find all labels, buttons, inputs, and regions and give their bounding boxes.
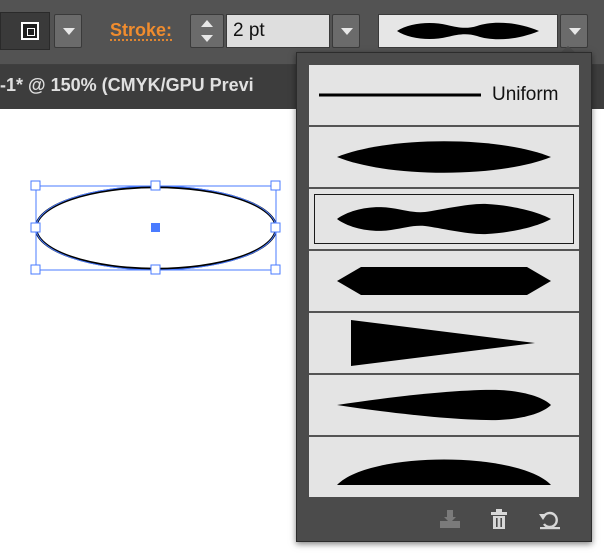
selection-handle[interactable] [30, 264, 41, 275]
width-profile-list: Uniform [309, 65, 579, 497]
profile-uniform[interactable]: Uniform [309, 65, 579, 125]
profile-width-5[interactable] [309, 375, 579, 435]
selection-handle[interactable] [30, 222, 41, 233]
hexagon-width-profile-icon [337, 267, 551, 295]
stroke-swatch-button[interactable] [0, 12, 50, 50]
profile-width-1[interactable] [309, 127, 579, 187]
arrow-up-icon[interactable] [201, 20, 213, 27]
profile-width-4[interactable] [309, 313, 579, 373]
stroke-weight-stepper[interactable] [190, 14, 224, 48]
width-profile-preview-icon [397, 22, 539, 40]
stroke-label-link[interactable]: Stroke: [110, 20, 172, 41]
arc-width-profile-icon [337, 459, 551, 485]
arrow-down-icon[interactable] [201, 35, 213, 42]
stroke-swatch-icon [21, 22, 39, 40]
reset-profiles-icon[interactable] [537, 507, 563, 531]
variable-width-profile-select[interactable] [378, 14, 558, 48]
chevron-down-icon [341, 28, 353, 35]
add-to-profiles-icon[interactable] [437, 507, 463, 531]
document-tab-title[interactable]: -1* @ 150% (CMYK/GPU Previ [0, 75, 254, 96]
illustrator-window: Stroke: 2 pt -1* @ 150% (CMYK/GPU Previ [0, 0, 604, 554]
lens-width-profile-icon [337, 141, 551, 173]
tapered-width-profile-icon [337, 389, 551, 421]
selection-handle[interactable] [270, 180, 281, 191]
uniform-label: Uniform [492, 84, 559, 105]
selected-ellipse[interactable] [0, 170, 300, 280]
profile-width-3[interactable] [309, 251, 579, 311]
stroke-weight-field[interactable]: 2 pt [226, 14, 330, 48]
selection-handle[interactable] [150, 264, 161, 275]
chevron-down-icon [63, 28, 75, 35]
chevron-down-icon [569, 28, 581, 35]
center-point [151, 223, 160, 232]
profile-width-6[interactable] [309, 437, 579, 497]
popup-footer [309, 505, 579, 533]
stroke-swatch-dropdown[interactable] [54, 14, 82, 48]
trash-icon[interactable] [486, 507, 512, 531]
wedge-width-profile-icon [351, 320, 535, 366]
double-bulge-width-profile-icon [337, 203, 551, 235]
profile-dropdown-button[interactable] [560, 14, 588, 48]
selection-handle[interactable] [30, 180, 41, 191]
selection-handle[interactable] [150, 180, 161, 191]
selection-handle[interactable] [270, 222, 281, 233]
selection-handle[interactable] [270, 264, 281, 275]
profile-width-2[interactable] [309, 189, 579, 249]
width-profile-popup: Uniform [296, 52, 592, 542]
stroke-weight-dropdown[interactable] [332, 14, 360, 48]
